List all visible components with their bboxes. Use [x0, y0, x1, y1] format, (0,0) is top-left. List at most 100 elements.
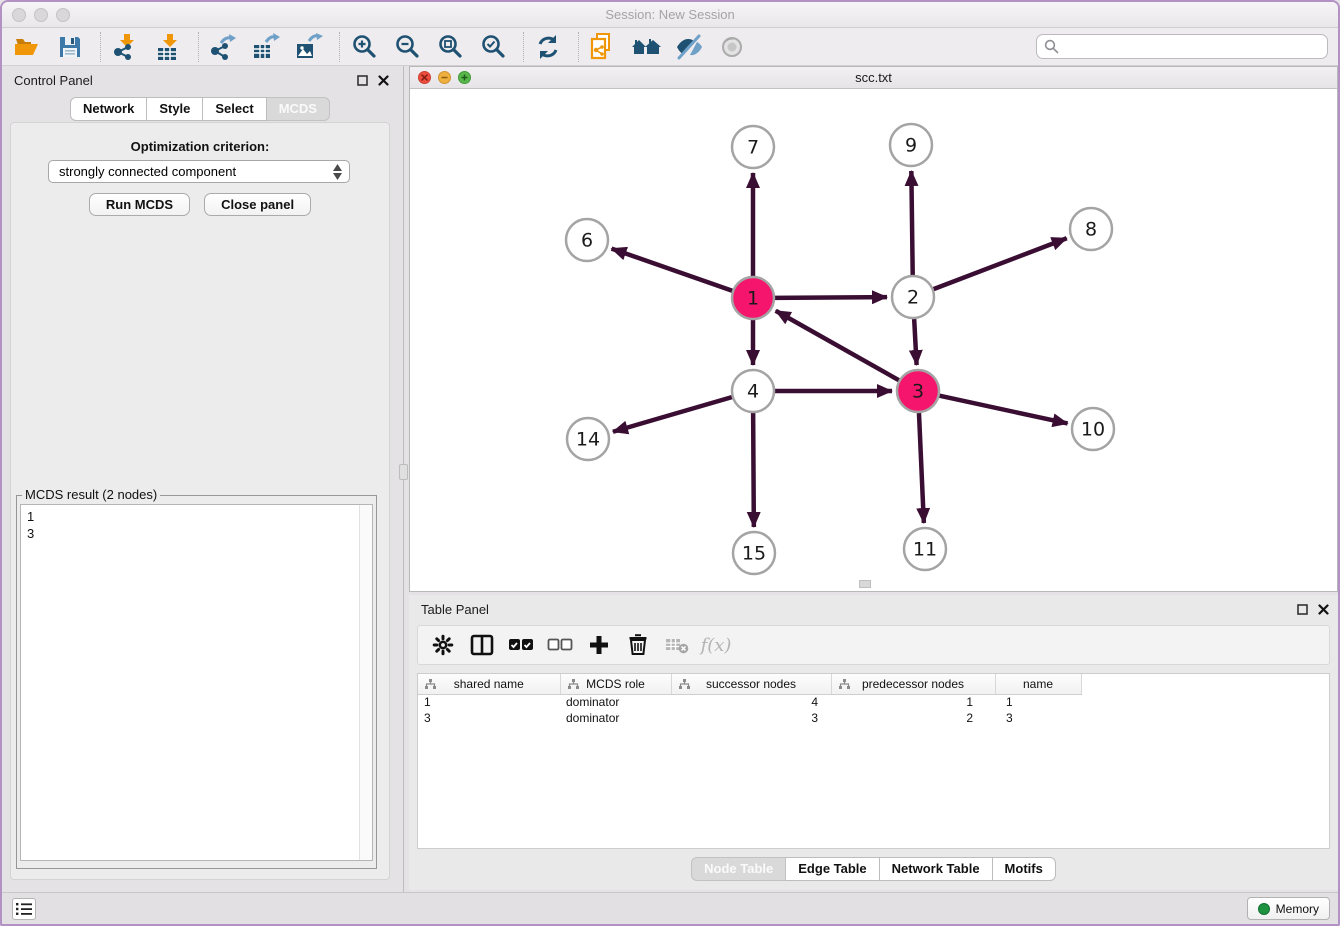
clone-network-icon[interactable] — [588, 32, 618, 62]
table-cell[interactable]: dominator — [560, 710, 671, 726]
zoom-out-icon[interactable] — [392, 32, 422, 62]
hide-network-icon[interactable] — [674, 32, 704, 62]
application-window: Session: New Session — [0, 0, 1340, 926]
graph-node-7[interactable]: 7 — [732, 126, 774, 168]
graph-edge-2-9[interactable] — [911, 171, 912, 275]
task-history-button[interactable] — [12, 898, 36, 920]
zoom-fit-icon[interactable] — [435, 32, 465, 62]
table-cell[interactable]: 3 — [995, 710, 1081, 726]
window-title: Session: New Session — [2, 7, 1338, 22]
graph-node-11[interactable]: 11 — [904, 528, 946, 570]
result-scrollbar[interactable] — [359, 505, 372, 860]
network-window-title: scc.txt — [410, 70, 1337, 85]
import-network-icon[interactable] — [110, 32, 140, 62]
graph-edge-1-6[interactable] — [612, 249, 733, 291]
graph-node-1[interactable]: 1 — [732, 277, 774, 319]
run-mcds-button[interactable]: Run MCDS — [89, 193, 190, 216]
close-panel-icon[interactable] — [377, 74, 390, 87]
save-session-icon[interactable] — [55, 32, 85, 62]
graph-node-label: 7 — [747, 137, 759, 159]
split-view-icon[interactable] — [469, 632, 495, 658]
table-row[interactable]: 1dominator411 — [418, 694, 1081, 710]
graph-edge-3-10[interactable] — [939, 396, 1067, 424]
table-cell[interactable]: dominator — [560, 694, 671, 710]
zoom-selected-icon[interactable] — [478, 32, 508, 62]
graph-node-label: 9 — [905, 135, 917, 157]
table-settings-icon[interactable] — [430, 632, 456, 658]
export-table-icon[interactable] — [251, 32, 281, 62]
close-table-panel-icon[interactable] — [1317, 603, 1330, 616]
graph-edge-4-14[interactable] — [613, 397, 732, 432]
graph-node-9[interactable]: 9 — [890, 124, 932, 166]
tab-node-table[interactable]: Node Table — [691, 857, 786, 881]
table-cell[interactable]: 2 — [831, 710, 995, 726]
export-image-icon[interactable] — [294, 32, 324, 62]
network-canvas[interactable]: 1 2 3 4 6 7 8 9 10 11 14 15 — [410, 89, 1337, 591]
close-panel-button[interactable]: Close panel — [204, 193, 311, 216]
graph-node-15[interactable]: 15 — [733, 532, 775, 574]
float-table-panel-icon[interactable] — [1296, 603, 1309, 616]
search-input[interactable] — [1064, 39, 1320, 54]
open-session-icon[interactable] — [12, 32, 42, 62]
graph-node-4[interactable]: 4 — [732, 370, 774, 412]
import-table-icon[interactable] — [153, 32, 183, 62]
tab-network[interactable]: Network — [70, 97, 147, 121]
refresh-view-icon[interactable] — [533, 32, 563, 62]
column-type-icon — [568, 679, 579, 693]
memory-button[interactable]: Memory — [1247, 897, 1330, 920]
float-panel-icon[interactable] — [356, 74, 369, 87]
table-cell[interactable]: 1 — [995, 694, 1081, 710]
zoom-in-icon[interactable] — [349, 32, 379, 62]
select-all-columns-icon[interactable] — [508, 632, 534, 658]
export-network-icon[interactable] — [208, 32, 238, 62]
graph-node-3[interactable]: 3 — [897, 370, 939, 412]
birds-eye-view-icon[interactable] — [717, 32, 747, 62]
graph-node-14[interactable]: 14 — [567, 418, 609, 460]
graph-edge-2-3[interactable] — [914, 319, 916, 365]
node-table[interactable]: shared name MCDS role successor nodes — [417, 673, 1330, 849]
table-cell[interactable]: 4 — [671, 694, 831, 710]
tab-motifs[interactable]: Motifs — [993, 857, 1056, 881]
graph-node-label: 3 — [912, 381, 924, 403]
tab-edge-table[interactable]: Edge Table — [786, 857, 879, 881]
graph-node-6[interactable]: 6 — [566, 219, 608, 261]
toolbar-separator — [339, 32, 340, 62]
column-header-shared-name[interactable]: shared name — [418, 674, 560, 694]
optimization-criterion-select[interactable]: strongly connected component — [48, 160, 350, 183]
graph-edge-3-11[interactable] — [919, 413, 924, 523]
graph-edge-2-8[interactable] — [934, 238, 1067, 289]
mcds-result-list[interactable]: 13 — [20, 504, 373, 861]
delete-columns-icon[interactable] — [625, 632, 651, 658]
function-builder-icon: f(x) — [703, 632, 729, 658]
column-header-successor-nodes[interactable]: successor nodes — [671, 674, 831, 694]
graph-node-10[interactable]: 10 — [1072, 408, 1114, 450]
column-header-mcds-role[interactable]: MCDS role — [560, 674, 671, 694]
tab-network-table[interactable]: Network Table — [880, 857, 993, 881]
column-header-predecessor-nodes[interactable]: predecessor nodes — [831, 674, 995, 694]
add-column-icon[interactable] — [586, 632, 612, 658]
tab-mcds[interactable]: MCDS — [267, 97, 330, 121]
column-header-name[interactable]: name — [995, 674, 1081, 694]
graph-node-8[interactable]: 8 — [1070, 208, 1112, 250]
table-cell[interactable]: 3 — [418, 710, 560, 726]
home-layout-icon[interactable] — [631, 32, 661, 62]
graph-edge-1-2[interactable] — [775, 297, 887, 298]
tab-style[interactable]: Style — [147, 97, 203, 121]
list-icon — [16, 902, 32, 916]
deselect-all-columns-icon[interactable] — [547, 632, 573, 658]
graph-edge-4-15[interactable] — [753, 413, 754, 527]
graph-node-label: 6 — [581, 230, 593, 252]
table-row[interactable]: 3dominator323 — [418, 710, 1081, 726]
canvas-resize-handle[interactable] — [859, 580, 871, 588]
main-toolbar — [2, 28, 1338, 66]
table-cell[interactable]: 1 — [418, 694, 560, 710]
tab-select[interactable]: Select — [203, 97, 266, 121]
table-cell[interactable]: 3 — [671, 710, 831, 726]
graph-node-label: 11 — [913, 539, 937, 561]
network-view-window: scc.txt 1 2 3 4 6 7 8 9 10 11 14 15 — [409, 66, 1338, 592]
search-box[interactable] — [1036, 34, 1328, 59]
table-cell[interactable]: 1 — [831, 694, 995, 710]
graph-edge-3-1[interactable] — [776, 311, 899, 380]
panel-splitter-handle[interactable] — [399, 464, 408, 480]
graph-node-2[interactable]: 2 — [892, 276, 934, 318]
